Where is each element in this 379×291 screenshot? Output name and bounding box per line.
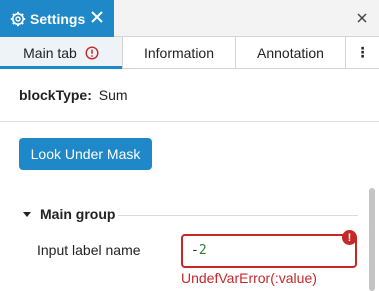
warning-circle-icon <box>85 45 99 60</box>
more-vertical-icon: ⋮ <box>355 44 370 61</box>
settings-window-tab[interactable]: Settings <box>0 0 114 37</box>
block-type-row: blockType: Sum <box>19 87 128 103</box>
title-bar: Settings <box>0 0 379 37</box>
more-options-button[interactable]: ⋮ <box>346 37 379 68</box>
gear-icon <box>10 11 26 27</box>
window-title: Settings <box>30 10 86 27</box>
close-icon[interactable] <box>90 10 104 24</box>
close-icon[interactable] <box>355 11 369 25</box>
tab-main[interactable]: Main tab <box>0 37 123 69</box>
input-label-name-label: Input label name <box>37 242 141 258</box>
input-label-name-field[interactable]: -2 <box>181 234 357 268</box>
value-number: 2 <box>198 243 207 258</box>
tab-label: Information <box>143 44 215 61</box>
error-badge-icon: ! <box>342 230 357 245</box>
tab-label: Annotation <box>257 44 324 61</box>
tab-information[interactable]: Information <box>123 37 236 68</box>
block-type-value: Sum <box>98 87 128 103</box>
main-group-header[interactable]: Main group <box>22 206 115 222</box>
divider <box>118 215 358 216</box>
group-title: Main group <box>40 206 116 222</box>
scrollbar[interactable] <box>369 188 375 291</box>
divider <box>0 121 379 122</box>
look-under-mask-button[interactable]: Look Under Mask <box>19 138 152 170</box>
tab-bar: Main tab Information Annotation ⋮ <box>0 37 379 69</box>
caret-down-icon <box>22 209 32 219</box>
error-message: UndefVarError(:value) <box>181 270 317 286</box>
tab-label: Main tab <box>23 44 77 61</box>
tab-annotation[interactable]: Annotation <box>236 37 346 68</box>
value-prefix: - <box>191 243 199 258</box>
block-type-label: blockType: <box>19 87 92 103</box>
